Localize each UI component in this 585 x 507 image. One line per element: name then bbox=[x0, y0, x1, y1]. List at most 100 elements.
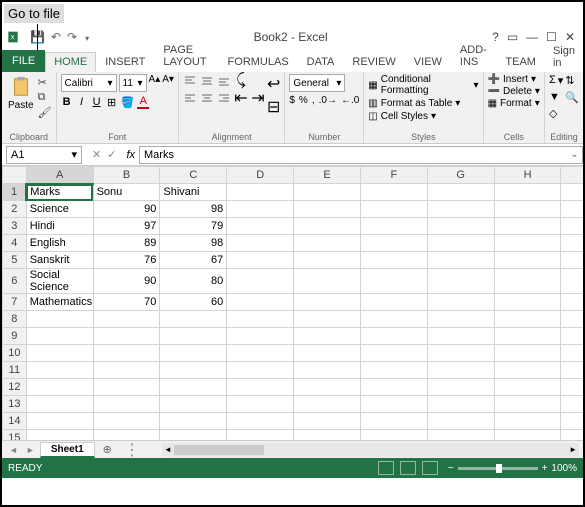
orientation-icon[interactable]: ⤹ bbox=[234, 74, 248, 88]
find-select-icon[interactable]: 🔍 bbox=[565, 91, 579, 104]
cell[interactable] bbox=[561, 328, 583, 345]
cell[interactable]: Sanskrit bbox=[26, 252, 93, 269]
bold-button[interactable]: B bbox=[61, 96, 73, 108]
cell[interactable] bbox=[160, 311, 227, 328]
cell[interactable]: 90 bbox=[93, 269, 160, 294]
cell[interactable] bbox=[227, 362, 294, 379]
cell[interactable] bbox=[294, 345, 361, 362]
sheet-tab[interactable]: Sheet1 bbox=[40, 442, 95, 458]
row-header[interactable]: 1 bbox=[3, 184, 27, 201]
cell[interactable] bbox=[494, 269, 561, 294]
cell[interactable] bbox=[294, 430, 361, 441]
tab-page-layout[interactable]: PAGE LAYOUT bbox=[154, 40, 218, 72]
cell-styles-button[interactable]: ◫Cell Styles▾ bbox=[368, 111, 478, 122]
number-format-select[interactable]: General▾ bbox=[289, 74, 345, 92]
merge-center-icon[interactable]: ⊟ bbox=[267, 97, 280, 117]
sheet-nav-next-icon[interactable]: ► bbox=[23, 445, 38, 455]
cell[interactable] bbox=[26, 362, 93, 379]
accounting-icon[interactable]: $ bbox=[289, 95, 295, 106]
cell[interactable] bbox=[26, 328, 93, 345]
row-header[interactable]: 6 bbox=[3, 269, 27, 294]
cell[interactable] bbox=[561, 413, 583, 430]
format-as-table-button[interactable]: ▥Format as Table▾ bbox=[368, 98, 478, 109]
cell[interactable]: 67 bbox=[160, 252, 227, 269]
cell[interactable] bbox=[427, 184, 494, 201]
align-bottom-icon[interactable] bbox=[217, 74, 231, 88]
cell[interactable] bbox=[93, 362, 160, 379]
align-right-icon[interactable] bbox=[217, 91, 231, 105]
cell[interactable] bbox=[561, 201, 583, 218]
ribbon-display-icon[interactable]: ▭ bbox=[507, 30, 518, 44]
row-header[interactable]: 10 bbox=[3, 345, 27, 362]
cell[interactable] bbox=[427, 294, 494, 311]
cell[interactable]: 97 bbox=[93, 218, 160, 235]
tab-file[interactable]: FILE bbox=[2, 50, 45, 72]
row-header[interactable]: 5 bbox=[3, 252, 27, 269]
cell[interactable] bbox=[360, 379, 427, 396]
cell[interactable] bbox=[494, 345, 561, 362]
enter-formula-icon[interactable]: ✓ bbox=[107, 148, 116, 161]
cell[interactable]: Shivani bbox=[160, 184, 227, 201]
cell[interactable]: Hindi bbox=[26, 218, 93, 235]
row-header[interactable]: 4 bbox=[3, 235, 27, 252]
delete-cells-button[interactable]: ➖Delete▾ bbox=[488, 86, 540, 97]
cell[interactable] bbox=[360, 345, 427, 362]
copy-icon[interactable]: ⧉ bbox=[38, 91, 52, 104]
cell[interactable] bbox=[93, 328, 160, 345]
increase-indent-icon[interactable]: ⇥ bbox=[251, 91, 265, 105]
horizontal-scrollbar[interactable] bbox=[162, 443, 579, 457]
cell[interactable] bbox=[294, 311, 361, 328]
cell[interactable] bbox=[494, 294, 561, 311]
cell[interactable] bbox=[360, 218, 427, 235]
cell[interactable] bbox=[494, 201, 561, 218]
column-header[interactable]: G bbox=[427, 167, 494, 184]
tab-home[interactable]: HOME bbox=[45, 52, 96, 72]
font-color-icon[interactable]: A bbox=[137, 95, 149, 109]
cell[interactable] bbox=[227, 413, 294, 430]
cancel-formula-icon[interactable]: ✕ bbox=[92, 148, 101, 161]
cell[interactable] bbox=[294, 413, 361, 430]
zoom-out-icon[interactable]: − bbox=[448, 463, 454, 474]
tab-insert[interactable]: INSERT bbox=[96, 52, 154, 72]
row-header[interactable]: 9 bbox=[3, 328, 27, 345]
cell[interactable] bbox=[360, 252, 427, 269]
cell[interactable] bbox=[360, 311, 427, 328]
cell[interactable]: 76 bbox=[93, 252, 160, 269]
cell[interactable]: Science bbox=[26, 201, 93, 218]
cell[interactable]: 98 bbox=[160, 201, 227, 218]
format-painter-icon[interactable]: 🖌 bbox=[38, 106, 52, 119]
cell[interactable] bbox=[227, 430, 294, 441]
cell[interactable] bbox=[160, 345, 227, 362]
tab-formulas[interactable]: FORMULAS bbox=[219, 52, 298, 72]
cell[interactable] bbox=[227, 311, 294, 328]
cell[interactable] bbox=[494, 218, 561, 235]
cell[interactable] bbox=[294, 294, 361, 311]
cell[interactable] bbox=[93, 379, 160, 396]
cell[interactable] bbox=[160, 328, 227, 345]
row-header[interactable]: 7 bbox=[3, 294, 27, 311]
cell[interactable] bbox=[227, 201, 294, 218]
sign-in-link[interactable]: Sign in bbox=[545, 42, 583, 72]
cell[interactable] bbox=[227, 218, 294, 235]
cell[interactable] bbox=[427, 218, 494, 235]
cell[interactable] bbox=[494, 396, 561, 413]
cell[interactable] bbox=[294, 362, 361, 379]
expand-formula-bar-icon[interactable]: ⌄ bbox=[567, 146, 583, 164]
cell[interactable] bbox=[561, 362, 583, 379]
column-header[interactable]: E bbox=[294, 167, 361, 184]
cell[interactable] bbox=[360, 413, 427, 430]
cell[interactable] bbox=[294, 269, 361, 294]
cell[interactable] bbox=[227, 269, 294, 294]
cell[interactable] bbox=[93, 345, 160, 362]
insert-cells-button[interactable]: ➕Insert▾ bbox=[488, 74, 540, 85]
page-layout-view-icon[interactable] bbox=[400, 461, 416, 475]
tab-addins[interactable]: ADD-INS bbox=[451, 40, 496, 72]
cell[interactable] bbox=[427, 252, 494, 269]
align-center-icon[interactable] bbox=[200, 91, 214, 105]
cell[interactable] bbox=[360, 184, 427, 201]
cell[interactable] bbox=[561, 379, 583, 396]
cell[interactable] bbox=[227, 252, 294, 269]
cell[interactable] bbox=[427, 379, 494, 396]
formula-bar[interactable] bbox=[139, 146, 567, 164]
cell[interactable] bbox=[360, 396, 427, 413]
